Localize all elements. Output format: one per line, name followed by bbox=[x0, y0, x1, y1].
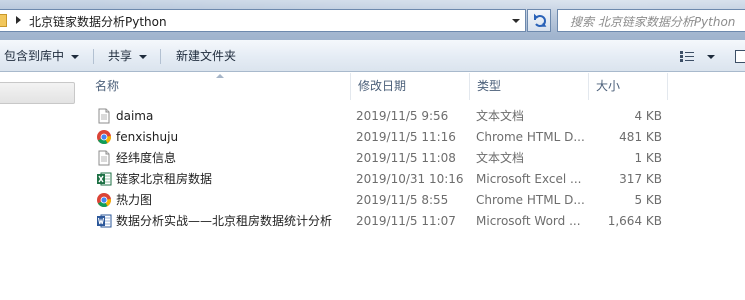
column-header-modified-label: 修改日期 bbox=[358, 79, 407, 93]
column-header-name-label: 名称 bbox=[95, 79, 120, 93]
toolbar-divider bbox=[93, 49, 94, 64]
breadcrumb-arrow-icon[interactable] bbox=[16, 16, 21, 24]
column-divider[interactable] bbox=[667, 73, 668, 100]
search-placeholder: 搜索 北京链家数据分析Python bbox=[570, 15, 736, 29]
chrome-icon bbox=[97, 130, 111, 145]
file-row[interactable]: daima 2019/11/5 9:56 文本文档 4 KB bbox=[87, 106, 745, 127]
file-modified: 2019/11/5 8:55 bbox=[356, 193, 449, 207]
toolbar-divider bbox=[160, 49, 161, 64]
nav-selected-item[interactable] bbox=[0, 82, 75, 104]
excel-icon bbox=[97, 172, 112, 186]
file-modified: 2019/10/31 10:16 bbox=[356, 172, 464, 186]
new-folder-button[interactable]: 新建文件夹 bbox=[176, 47, 236, 65]
preview-pane-icon[interactable] bbox=[735, 50, 745, 63]
view-options-chevron-icon[interactable] bbox=[707, 55, 715, 59]
include-in-library-button[interactable]: 包含到库中 bbox=[4, 47, 80, 65]
file-row[interactable]: 数据分析实战——北京租房数据统计分析 2019/11/5 11:07 Micro… bbox=[87, 211, 745, 232]
file-modified: 2019/11/5 11:08 bbox=[356, 151, 456, 165]
file-name: 链家北京租房数据 bbox=[116, 172, 213, 186]
file-name: 数据分析实战——北京租房数据统计分析 bbox=[116, 214, 333, 228]
file-size: 481 KB bbox=[619, 130, 662, 144]
file-name: 经纬度信息 bbox=[116, 151, 177, 165]
file-modified: 2019/11/5 11:07 bbox=[356, 214, 456, 228]
file-row[interactable]: 链家北京租房数据 2019/10/31 10:16 Microsoft Exce… bbox=[87, 169, 745, 190]
column-header-type[interactable]: 类型 bbox=[469, 73, 589, 100]
file-size: 317 KB bbox=[619, 172, 662, 186]
column-header-modified[interactable]: 修改日期 bbox=[350, 73, 470, 100]
file-row[interactable]: 经纬度信息 2019/11/5 11:08 文本文档 1 KB bbox=[87, 148, 745, 169]
include-in-library-label: 包含到库中 bbox=[4, 49, 65, 63]
file-name: 热力图 bbox=[116, 193, 153, 207]
file-modified: 2019/11/5 11:16 bbox=[356, 130, 456, 144]
change-view-icon[interactable] bbox=[680, 51, 694, 62]
file-row[interactable]: 热力图 2019/11/5 8:55 Chrome HTML D... 5 KB bbox=[87, 190, 745, 211]
file-size: 1 KB bbox=[634, 151, 662, 165]
chevron-down-icon bbox=[139, 54, 148, 59]
breadcrumb-current-folder[interactable]: 北京链家数据分析Python bbox=[29, 13, 167, 30]
address-bar[interactable]: 北京链家数据分析Python bbox=[0, 9, 526, 32]
file-type: 文本文档 bbox=[476, 109, 525, 123]
file-modified: 2019/11/5 9:56 bbox=[356, 109, 449, 123]
file-type: Chrome HTML D... bbox=[476, 193, 584, 207]
column-header-size-label: 大小 bbox=[596, 79, 621, 93]
file-name: fenxishuju bbox=[116, 130, 179, 144]
refresh-icon bbox=[534, 13, 547, 27]
file-size: 4 KB bbox=[634, 109, 662, 123]
file-type: Chrome HTML D... bbox=[476, 130, 584, 144]
address-history-dropdown-icon[interactable] bbox=[508, 13, 523, 28]
file-size: 5 KB bbox=[634, 193, 662, 207]
command-bar: 包含到库中 共享 新建文件夹 bbox=[0, 40, 745, 72]
address-bar-row: 北京链家数据分析Python 搜索 北京链家数据分析Python bbox=[0, 0, 745, 40]
file-type: Microsoft Excel ... bbox=[476, 172, 582, 186]
folder-icon bbox=[0, 14, 7, 27]
file-row[interactable]: fenxishuju 2019/11/5 11:16 Chrome HTML D… bbox=[87, 127, 745, 148]
file-type: 文本文档 bbox=[476, 151, 525, 165]
text-document-icon bbox=[98, 108, 110, 124]
navigation-pane bbox=[0, 73, 87, 300]
column-header-type-label: 类型 bbox=[477, 79, 502, 93]
file-type: Microsoft Word ... bbox=[476, 214, 581, 228]
sort-ascending-icon bbox=[216, 74, 224, 78]
chrome-icon bbox=[97, 193, 111, 208]
file-list: 名称 修改日期 类型 大小 daima 2019/11/5 9:56 文本文档 … bbox=[87, 73, 745, 300]
word-icon bbox=[97, 214, 112, 228]
search-input[interactable]: 搜索 北京链家数据分析Python bbox=[557, 9, 745, 32]
text-document-icon bbox=[98, 150, 110, 166]
refresh-button[interactable] bbox=[527, 9, 551, 32]
new-folder-label: 新建文件夹 bbox=[176, 49, 237, 63]
column-header-size[interactable]: 大小 bbox=[588, 73, 668, 100]
file-size: 1,664 KB bbox=[607, 214, 662, 228]
share-button[interactable]: 共享 bbox=[108, 47, 148, 65]
file-name: daima bbox=[116, 109, 154, 123]
chevron-down-icon bbox=[71, 54, 80, 59]
share-label: 共享 bbox=[108, 49, 133, 63]
